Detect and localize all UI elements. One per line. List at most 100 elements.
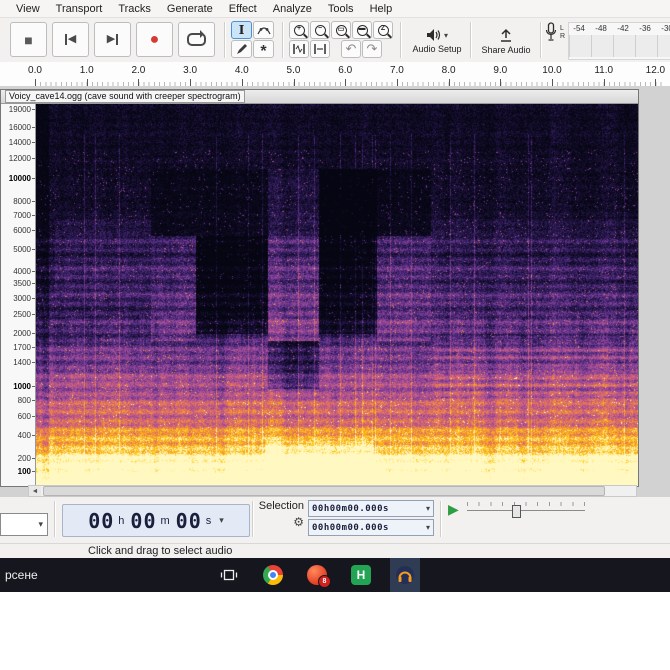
frequency-label: 16000 <box>9 124 31 132</box>
frequency-label: 1000 <box>13 383 31 391</box>
record-button[interactable]: ● <box>136 22 173 57</box>
selection-tool-button[interactable]: I <box>231 21 252 39</box>
envelope-tool-button[interactable] <box>253 21 274 39</box>
spectrogram-canvas[interactable] <box>36 104 638 486</box>
scroll-left-arrow[interactable]: ◄ <box>29 486 41 496</box>
frequency-tick <box>32 333 35 334</box>
loop-icon <box>187 33 206 46</box>
skip-to-end-button[interactable]: ▶ <box>94 22 131 57</box>
trim-audio-button[interactable] <box>289 40 309 58</box>
silence-audio-icon <box>313 43 327 55</box>
recording-meter[interactable]: LR -54-48-42-36-30 <box>545 22 670 60</box>
status-text: Click and drag to select audio <box>88 544 232 559</box>
multi-tool-button[interactable]: * <box>253 40 274 58</box>
audacity-icon <box>395 565 415 585</box>
frequency-tick <box>32 178 35 179</box>
selection-toolbar-left: Selection ⚙ <box>258 500 304 528</box>
menu-help[interactable]: Help <box>362 0 401 18</box>
undo-button[interactable]: ↶ <box>341 40 361 58</box>
track-header[interactable]: Voicy_cave14.ogg (cave sound with creepe… <box>1 90 638 104</box>
toolbar-separator <box>224 22 225 58</box>
menu-tracks[interactable]: Tracks <box>110 0 159 18</box>
menu-effect[interactable]: Effect <box>221 0 265 18</box>
timeline-label: 12.0 <box>646 65 665 76</box>
frequency-label: 3000 <box>13 295 31 303</box>
frequency-label: 8000 <box>13 198 31 206</box>
frequency-label: 5000 <box>13 246 31 254</box>
timeline-major-tick <box>35 79 36 86</box>
stop-button[interactable]: ■ <box>10 22 47 57</box>
ibeam-icon: I <box>239 23 245 37</box>
skip-start-icon: ◀ <box>65 34 76 45</box>
frequency-ruler[interactable]: 1900016000140001200010000800070006000500… <box>1 104 36 486</box>
frequency-tick <box>32 215 35 216</box>
gear-icon[interactable]: ⚙ <box>293 516 304 528</box>
play-at-speed-button[interactable]: ▶ <box>448 501 459 517</box>
selection-fields: 00h00m00.000s ▾ 00h00m00.000s ▾ <box>308 500 434 536</box>
zoom-in-button[interactable]: + <box>289 21 309 39</box>
chrome-taskbar-button[interactable] <box>258 558 288 592</box>
windows-taskbar: рсене 8 H <box>0 558 670 592</box>
track-title[interactable]: Voicy_cave14.ogg (cave sound with creepe… <box>5 90 245 103</box>
horizontal-scrollbar[interactable]: ◄ <box>28 485 637 497</box>
scrollbar-thumb[interactable] <box>43 486 605 496</box>
audio-host-combo[interactable]: ▾ <box>0 513 48 536</box>
audio-setup-button[interactable]: ▾ Audio Setup <box>405 21 469 61</box>
menu-transport[interactable]: Transport <box>48 0 111 18</box>
menu-analyze[interactable]: Analyze <box>265 0 320 18</box>
frequency-label: 4000 <box>13 268 31 276</box>
meter-channel-labels: LR <box>560 25 565 41</box>
zoom-out-icon: − <box>315 25 326 36</box>
frequency-tick <box>32 201 35 202</box>
silence-audio-button[interactable] <box>310 40 330 58</box>
speed-slider[interactable] <box>467 501 585 517</box>
frequency-tick <box>32 347 35 348</box>
time-unit-h: h <box>118 515 124 527</box>
timeline-label: 11.0 <box>594 65 613 76</box>
audio-position-display[interactable]: 00h 00m 00s ▾ <box>62 504 250 537</box>
audacity-taskbar-button[interactable] <box>390 558 420 592</box>
speed-slider-thumb[interactable] <box>512 505 521 518</box>
share-audio-button[interactable]: Share Audio <box>475 21 537 61</box>
menu-generate[interactable]: Generate <box>159 0 221 18</box>
task-view-button[interactable] <box>214 558 244 592</box>
browser-taskbar-button[interactable]: 8 <box>302 558 332 592</box>
menu-view[interactable]: View <box>8 0 48 18</box>
zoom-out-button[interactable]: − <box>310 21 330 39</box>
fit-project-button[interactable]: ▬ <box>352 21 372 39</box>
timeline-major-tick <box>242 79 243 86</box>
skip-to-start-button[interactable]: ◀ <box>52 22 89 57</box>
selection-start-field[interactable]: 00h00m00.000s ▾ <box>308 500 434 517</box>
trim-audio-icon <box>292 43 306 55</box>
timeline-major-tick <box>397 79 398 86</box>
time-format-caret-icon[interactable]: ▾ <box>219 515 224 526</box>
selection-end-field[interactable]: 00h00m00.000s ▾ <box>308 519 434 536</box>
status-bar: Click and drag to select audio <box>0 543 670 559</box>
selection-start-value: 00h00m00.000s <box>312 504 389 514</box>
h-app-taskbar-button[interactable]: H <box>346 558 376 592</box>
loop-button[interactable] <box>178 22 215 57</box>
frequency-tick <box>32 471 35 472</box>
meter-scale-number: -30 <box>661 24 670 33</box>
frequency-tick <box>32 362 35 363</box>
chrome-icon <box>263 565 283 585</box>
frequency-label: 100 <box>18 468 31 476</box>
browser-icon: 8 <box>307 565 327 585</box>
timeline-ruler[interactable]: 0.01.02.03.04.05.06.07.08.09.010.011.012… <box>0 62 670 87</box>
time-unit-m: m <box>161 515 170 527</box>
frequency-tick <box>32 249 35 250</box>
multi-tool-icon: * <box>260 48 266 56</box>
time-minutes: 00 <box>130 509 156 533</box>
microphone-icon <box>545 22 557 44</box>
taskbar-search-text[interactable]: рсене <box>5 558 38 592</box>
fit-selection-button[interactable]: ▭ <box>331 21 351 39</box>
frequency-tick <box>32 458 35 459</box>
timeline-major-tick <box>552 79 553 86</box>
menu-tools[interactable]: Tools <box>320 0 362 18</box>
time-hours: 00 <box>88 509 114 533</box>
zoom-toggle-button[interactable]: Z <box>373 21 393 39</box>
draw-tool-button[interactable] <box>231 40 252 58</box>
redo-button[interactable]: ↷ <box>362 40 382 58</box>
frequency-tick <box>32 109 35 110</box>
zoom-toggle-icon: Z <box>378 25 389 36</box>
